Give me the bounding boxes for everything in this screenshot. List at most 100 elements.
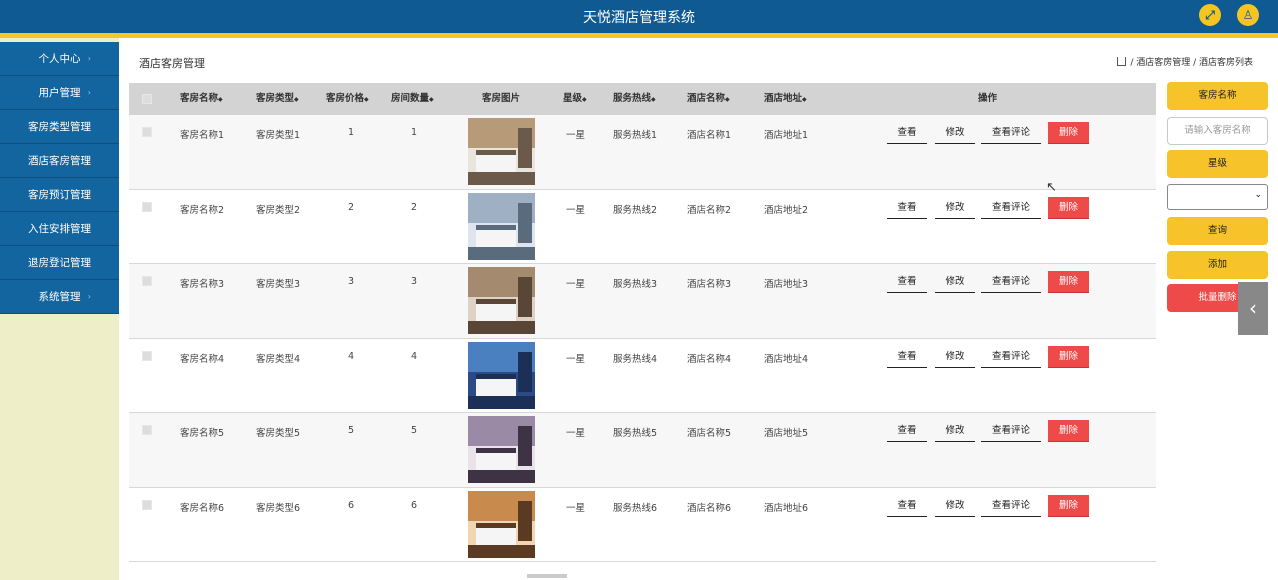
edit-button[interactable]: 修改 <box>935 271 975 293</box>
room-image[interactable] <box>468 118 535 185</box>
view-reviews-button[interactable]: 查看评论 <box>981 271 1041 293</box>
row-checkbox[interactable] <box>142 276 152 286</box>
column-header[interactable]: 房间数量◆ <box>391 83 434 115</box>
sidebar-item-label: 系统管理 <box>38 291 81 303</box>
delete-button[interactable]: 删除 <box>1048 494 1089 517</box>
view-button[interactable]: 查看 <box>887 122 927 144</box>
fullscreen-icon[interactable]: ⤢ <box>1199 4 1221 26</box>
sort-icon[interactable]: ◆ <box>582 96 587 103</box>
sidebar-item[interactable]: 酒店客房管理 <box>0 144 119 178</box>
view-button[interactable]: 查看 <box>887 271 927 293</box>
sort-icon[interactable]: ◆ <box>429 96 434 103</box>
view-reviews-button[interactable]: 查看评论 <box>981 495 1041 517</box>
sort-icon[interactable]: ◆ <box>294 96 299 103</box>
sort-icon[interactable]: ◆ <box>364 96 369 103</box>
table-row: 客房名称1 客房类型1 1 1 一星 服务热线1 酒店名称1 酒店地址1 查看 修改 查看评论 删除 <box>129 115 1156 190</box>
table-row: 客房名称5 客房类型5 5 5 一星 服务热线5 酒店名称5 酒店地址5 查看 修改 查看评论 删除 <box>129 413 1156 488</box>
room-table: 客房名称◆ 客房类型◆ 客房价格◆ 房间数量◆ 客房图片 星级◆ 服务热线◆ 酒店名称◆ 酒店地… <box>129 83 1156 562</box>
app-title: 天悦酒店管理系统 <box>583 10 695 26</box>
sidebar-item-label: 退房登记管理 <box>28 257 91 269</box>
column-header[interactable]: 酒店名称◆ <box>687 83 730 115</box>
sidebar-item[interactable]: 客房预订管理 <box>0 178 119 212</box>
edit-button[interactable]: 修改 <box>935 122 975 144</box>
sort-icon[interactable]: ◆ <box>651 96 656 103</box>
room-image[interactable] <box>468 267 535 334</box>
row-checkbox[interactable] <box>142 201 152 212</box>
column-header[interactable]: 服务热线◆ <box>613 83 656 115</box>
view-reviews-button[interactable]: 查看评论 <box>981 346 1041 368</box>
cell-type: 客房类型6 <box>256 502 301 514</box>
cell-hotel: 酒店名称4 <box>687 353 732 365</box>
view-reviews-button[interactable]: 查看评论 <box>981 420 1041 442</box>
user-icon[interactable]: ♙ <box>1237 4 1259 26</box>
add-button[interactable]: 添加 <box>1167 251 1268 279</box>
view-reviews-button[interactable]: 查看评论 <box>981 197 1041 219</box>
delete-button[interactable]: 删除 <box>1048 420 1089 442</box>
sidebar-item[interactable]: 用户管理 › <box>0 76 119 110</box>
view-button[interactable]: 查看 <box>887 346 927 368</box>
delete-button[interactable]: 删除 <box>1048 271 1089 293</box>
sort-icon[interactable]: ◆ <box>802 96 807 103</box>
column-header[interactable]: 客房类型◆ <box>256 83 299 115</box>
column-header-label: 酒店地址 <box>764 93 803 104</box>
cell-address: 酒店地址6 <box>764 502 809 514</box>
cell-hotline: 服务热线1 <box>613 130 658 141</box>
column-header[interactable]: 客房价格◆ <box>326 83 369 115</box>
collapse-arrow-icon[interactable]: ‹ <box>1238 282 1268 335</box>
sidebar-item[interactable]: 个人中心 › <box>0 42 119 76</box>
row-checkbox[interactable] <box>142 350 152 361</box>
select-all-checkbox[interactable] <box>142 94 152 104</box>
sidebar-item-label: 个人中心 <box>38 53 81 65</box>
view-button[interactable]: 查看 <box>887 420 927 442</box>
sidebar-item[interactable]: 退房登记管理 <box>0 246 119 280</box>
row-checkbox[interactable] <box>142 499 152 510</box>
home-icon[interactable] <box>1117 57 1127 66</box>
sort-icon[interactable]: ◆ <box>725 96 730 103</box>
delete-button[interactable]: 删除 <box>1048 345 1089 368</box>
sidebar-item[interactable]: 客房类型管理 <box>0 110 119 144</box>
cell-name: 客房名称5 <box>180 428 225 439</box>
breadcrumb: / 酒店客房管理 / 酒店客房列表 <box>1117 55 1253 68</box>
row-checkbox[interactable] <box>142 127 152 137</box>
query-button[interactable]: 查询 <box>1167 217 1268 245</box>
breadcrumb-text[interactable]: / 酒店客房管理 / 酒店客房列表 <box>1130 58 1253 68</box>
sidebar: 个人中心 › 用户管理 › 客房类型管理 酒店客房管理客房预订管理入住安排管理退房登记管理… <box>0 38 119 580</box>
column-header-label: 星级 <box>563 93 583 104</box>
room-image[interactable] <box>468 416 535 483</box>
column-header[interactable]: 酒店地址◆ <box>764 83 807 115</box>
cell-type: 客房类型4 <box>256 353 301 365</box>
cell-address: 酒店地址3 <box>764 279 809 290</box>
edit-button[interactable]: 修改 <box>935 420 975 442</box>
edit-button[interactable]: 修改 <box>935 495 975 517</box>
cell-name: 客房名称6 <box>180 502 225 514</box>
view-reviews-button[interactable]: 查看评论 <box>981 122 1041 144</box>
delete-button[interactable]: 删除 <box>1048 196 1089 219</box>
room-image[interactable] <box>468 192 535 260</box>
cell-hotline: 服务热线2 <box>613 204 658 216</box>
cell-price: 1 <box>348 127 355 138</box>
view-button[interactable]: 查看 <box>887 495 927 517</box>
sidebar-item[interactable]: 入住安排管理 <box>0 212 119 246</box>
cell-name: 客房名称2 <box>180 204 225 216</box>
sort-icon[interactable]: ◆ <box>218 96 223 103</box>
sidebar-item-label: 客房预订管理 <box>28 189 91 201</box>
edit-button[interactable]: 修改 <box>935 346 975 368</box>
edit-button[interactable]: 修改 <box>935 197 975 219</box>
row-checkbox[interactable] <box>142 425 152 435</box>
delete-button[interactable]: 删除 <box>1048 122 1089 144</box>
column-header[interactable]: 客房名称◆ <box>180 83 223 115</box>
cell-hotel: 酒店名称3 <box>687 279 732 290</box>
main-content: 酒店客房管理 / 酒店客房管理 / 酒店客房列表 客房名称◆ 客房类型◆ 客房价格◆… <box>119 38 1278 580</box>
column-header-label: 客房类型 <box>256 93 295 104</box>
cell-price: 6 <box>348 499 355 511</box>
cell-address: 酒店地址4 <box>764 353 809 365</box>
pagination-bar[interactable] <box>527 574 567 578</box>
sidebar-item[interactable]: 系统管理 › <box>0 280 119 314</box>
view-button[interactable]: 查看 <box>887 197 927 219</box>
star-select[interactable]: ⌄ <box>1167 184 1268 210</box>
cell-count: 1 <box>411 127 418 138</box>
room-image[interactable] <box>468 341 535 409</box>
room-image[interactable] <box>468 490 535 558</box>
room-name-input[interactable]: 请输入客房名称 <box>1167 117 1268 145</box>
column-header[interactable]: 星级◆ <box>563 83 587 115</box>
